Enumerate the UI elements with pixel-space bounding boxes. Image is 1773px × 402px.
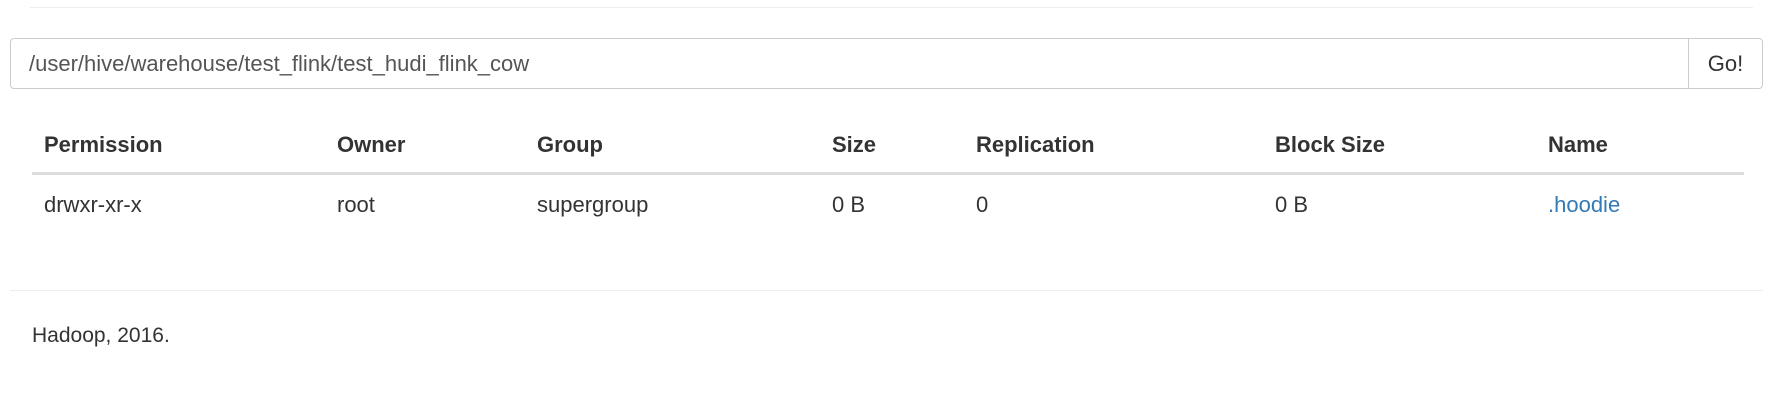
file-browser-page: Go! Permission Owner Group Size Replicat…	[0, 0, 1773, 402]
directory-listing-table: Permission Owner Group Size Replication …	[32, 118, 1744, 235]
cell-name: .hoodie	[1536, 174, 1744, 236]
go-button[interactable]: Go!	[1688, 38, 1763, 89]
header-block-size[interactable]: Block Size	[1263, 118, 1536, 175]
table-row: drwxr-xr-x root supergroup 0 B 0 0 B .ho…	[32, 174, 1744, 236]
cell-replication: 0	[976, 192, 989, 217]
header-group[interactable]: Group	[525, 118, 820, 175]
path-input[interactable]	[10, 38, 1688, 89]
cell-size: 0 B	[832, 192, 866, 217]
header-replication[interactable]: Replication	[964, 118, 1263, 175]
cell-block-size: 0 B	[1275, 192, 1309, 217]
file-link-hoodie[interactable]: .hoodie	[1548, 192, 1620, 217]
path-bar: Go!	[10, 38, 1763, 89]
cell-owner: root	[337, 192, 375, 217]
footer-text: Hadoop, 2016.	[32, 324, 170, 347]
table-header-row: Permission Owner Group Size Replication …	[32, 118, 1744, 175]
footer-divider	[10, 290, 1763, 291]
top-divider	[30, 7, 1753, 8]
cell-group: supergroup	[537, 192, 649, 217]
header-name[interactable]: Name	[1536, 118, 1744, 175]
header-permission[interactable]: Permission	[32, 118, 325, 175]
cell-permission: drwxr-xr-x	[44, 192, 142, 217]
header-owner[interactable]: Owner	[325, 118, 525, 175]
header-size[interactable]: Size	[820, 118, 964, 175]
